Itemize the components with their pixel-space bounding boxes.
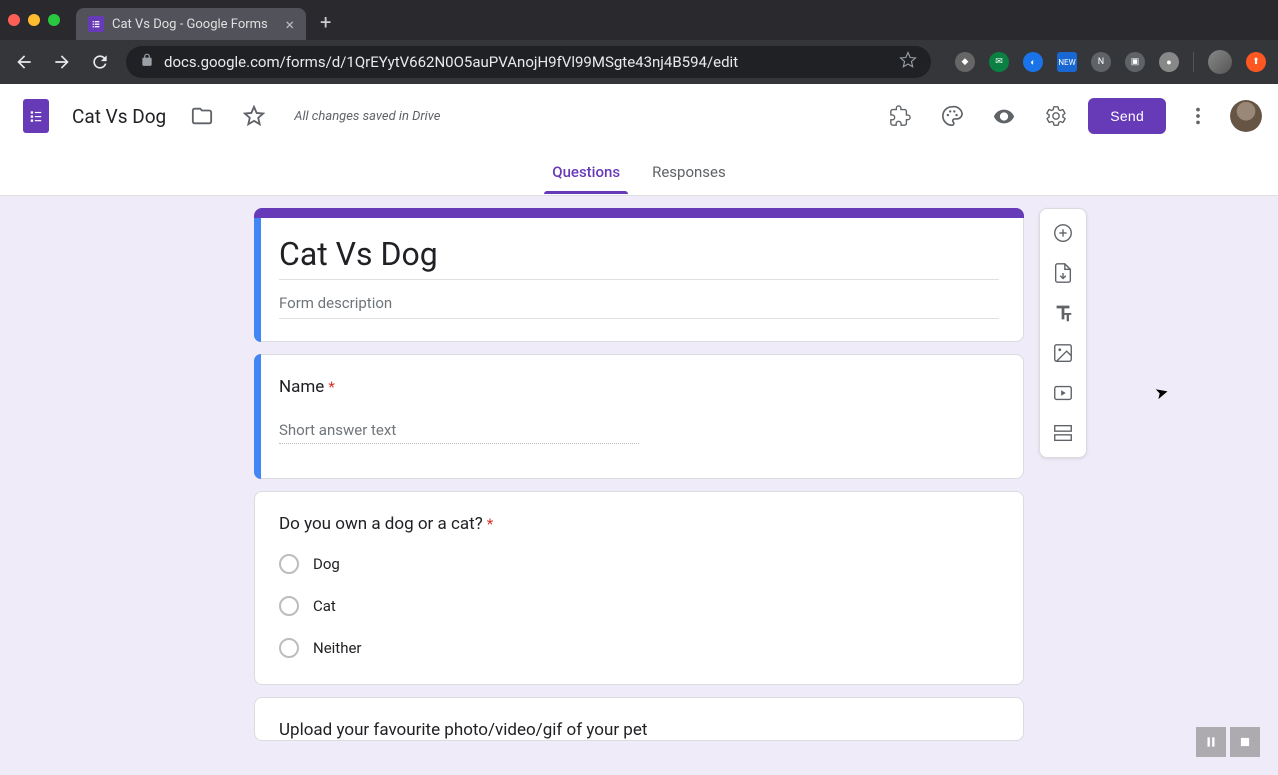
extension-icon[interactable]: ◆ xyxy=(955,52,975,72)
tab-questions[interactable]: Questions xyxy=(550,151,622,193)
settings-button[interactable] xyxy=(1036,96,1076,136)
question-title[interactable]: Do you own a dog or a cat?* xyxy=(279,514,999,534)
separator xyxy=(1193,52,1194,72)
extension-icon[interactable]: ● xyxy=(1159,52,1179,72)
star-button[interactable] xyxy=(234,96,274,136)
extension-icon[interactable]: ✉ xyxy=(989,52,1009,72)
radio-option[interactable]: Neither xyxy=(279,638,999,658)
document-title-input[interactable]: Cat Vs Dog xyxy=(68,103,170,130)
tab-responses[interactable]: Responses xyxy=(650,151,728,193)
browser-tab-strip: Cat Vs Dog - Google Forms × + xyxy=(0,0,1278,40)
preview-button[interactable] xyxy=(984,96,1024,136)
add-title-button[interactable] xyxy=(1045,295,1081,331)
more-button[interactable] xyxy=(1178,96,1218,136)
extension-icon[interactable]: NEW xyxy=(1057,52,1077,72)
url-text: docs.google.com/forms/d/1QrEYytV662N0O5a… xyxy=(164,53,738,71)
form-tabs: Questions Responses xyxy=(0,148,1278,196)
app-header: Cat Vs Dog All changes saved in Drive Se… xyxy=(0,84,1278,148)
minimize-window-button[interactable] xyxy=(28,14,40,26)
short-answer-placeholder: Short answer text xyxy=(279,417,639,444)
window-controls xyxy=(8,14,60,26)
question-card[interactable]: Do you own a dog or a cat?* Dog Cat Neit… xyxy=(254,491,1024,685)
extension-icon[interactable]: ▣ xyxy=(1125,52,1145,72)
mouse-cursor: ➤ xyxy=(1153,382,1171,404)
question-toolbar xyxy=(1039,208,1087,458)
import-questions-button[interactable] xyxy=(1045,255,1081,291)
radio-icon xyxy=(279,638,299,658)
forms-favicon xyxy=(88,16,104,32)
account-avatar[interactable] xyxy=(1230,100,1262,132)
recording-controls xyxy=(1196,727,1260,757)
forward-button[interactable] xyxy=(50,50,74,74)
question-title[interactable]: Name* xyxy=(279,377,999,397)
lock-icon xyxy=(140,53,154,71)
form-title-input[interactable]: Cat Vs Dog xyxy=(279,235,999,280)
question-title[interactable]: Upload your favourite photo/video/gif of… xyxy=(279,720,999,740)
move-to-folder-button[interactable] xyxy=(182,96,222,136)
maximize-window-button[interactable] xyxy=(48,14,60,26)
option-label: Cat xyxy=(313,597,336,615)
radio-icon xyxy=(279,596,299,616)
back-button[interactable] xyxy=(12,50,36,74)
new-tab-button[interactable]: + xyxy=(320,10,331,34)
form-description-input[interactable]: Form description xyxy=(279,288,999,319)
pause-recording-button[interactable] xyxy=(1196,727,1226,757)
profile-avatar[interactable] xyxy=(1208,50,1232,74)
form-header-card[interactable]: Cat Vs Dog Form description xyxy=(254,208,1024,342)
send-button[interactable]: Send xyxy=(1088,98,1166,134)
reload-button[interactable] xyxy=(88,50,112,74)
add-question-button[interactable] xyxy=(1045,215,1081,251)
extension-icon[interactable]: ⬆ xyxy=(1246,52,1266,72)
browser-tab[interactable]: Cat Vs Dog - Google Forms × xyxy=(76,8,306,40)
radio-icon xyxy=(279,554,299,574)
option-label: Neither xyxy=(313,639,362,657)
tab-close-icon[interactable]: × xyxy=(285,15,294,34)
stop-recording-button[interactable] xyxy=(1230,727,1260,757)
extension-icons: ◆ ✉ ◐ NEW N ▣ ● ⬆ xyxy=(945,50,1266,74)
address-bar[interactable]: docs.google.com/forms/d/1QrEYytV662N0O5a… xyxy=(126,46,931,78)
option-label: Dog xyxy=(313,555,340,573)
addons-button[interactable] xyxy=(880,96,920,136)
extension-icon[interactable]: N xyxy=(1091,52,1111,72)
browser-toolbar: docs.google.com/forms/d/1QrEYytV662N0O5a… xyxy=(0,40,1278,84)
tab-title: Cat Vs Dog - Google Forms xyxy=(112,17,268,32)
forms-logo[interactable] xyxy=(16,96,56,136)
required-asterisk: * xyxy=(487,515,493,533)
form-canvas: Cat Vs Dog Form description Name* Short … xyxy=(0,196,1278,775)
bookmark-star-icon[interactable] xyxy=(899,51,917,73)
required-asterisk: * xyxy=(328,378,334,396)
question-card[interactable]: Upload your favourite photo/video/gif of… xyxy=(254,697,1024,741)
customize-theme-button[interactable] xyxy=(932,96,972,136)
question-card[interactable]: Name* Short answer text xyxy=(254,354,1024,479)
add-image-button[interactable] xyxy=(1045,335,1081,371)
add-section-button[interactable] xyxy=(1045,415,1081,451)
extension-icon[interactable]: ◐ xyxy=(1023,52,1043,72)
close-window-button[interactable] xyxy=(8,14,20,26)
save-status: All changes saved in Drive xyxy=(294,109,440,124)
add-video-button[interactable] xyxy=(1045,375,1081,411)
radio-option[interactable]: Dog xyxy=(279,554,999,574)
radio-option[interactable]: Cat xyxy=(279,596,999,616)
